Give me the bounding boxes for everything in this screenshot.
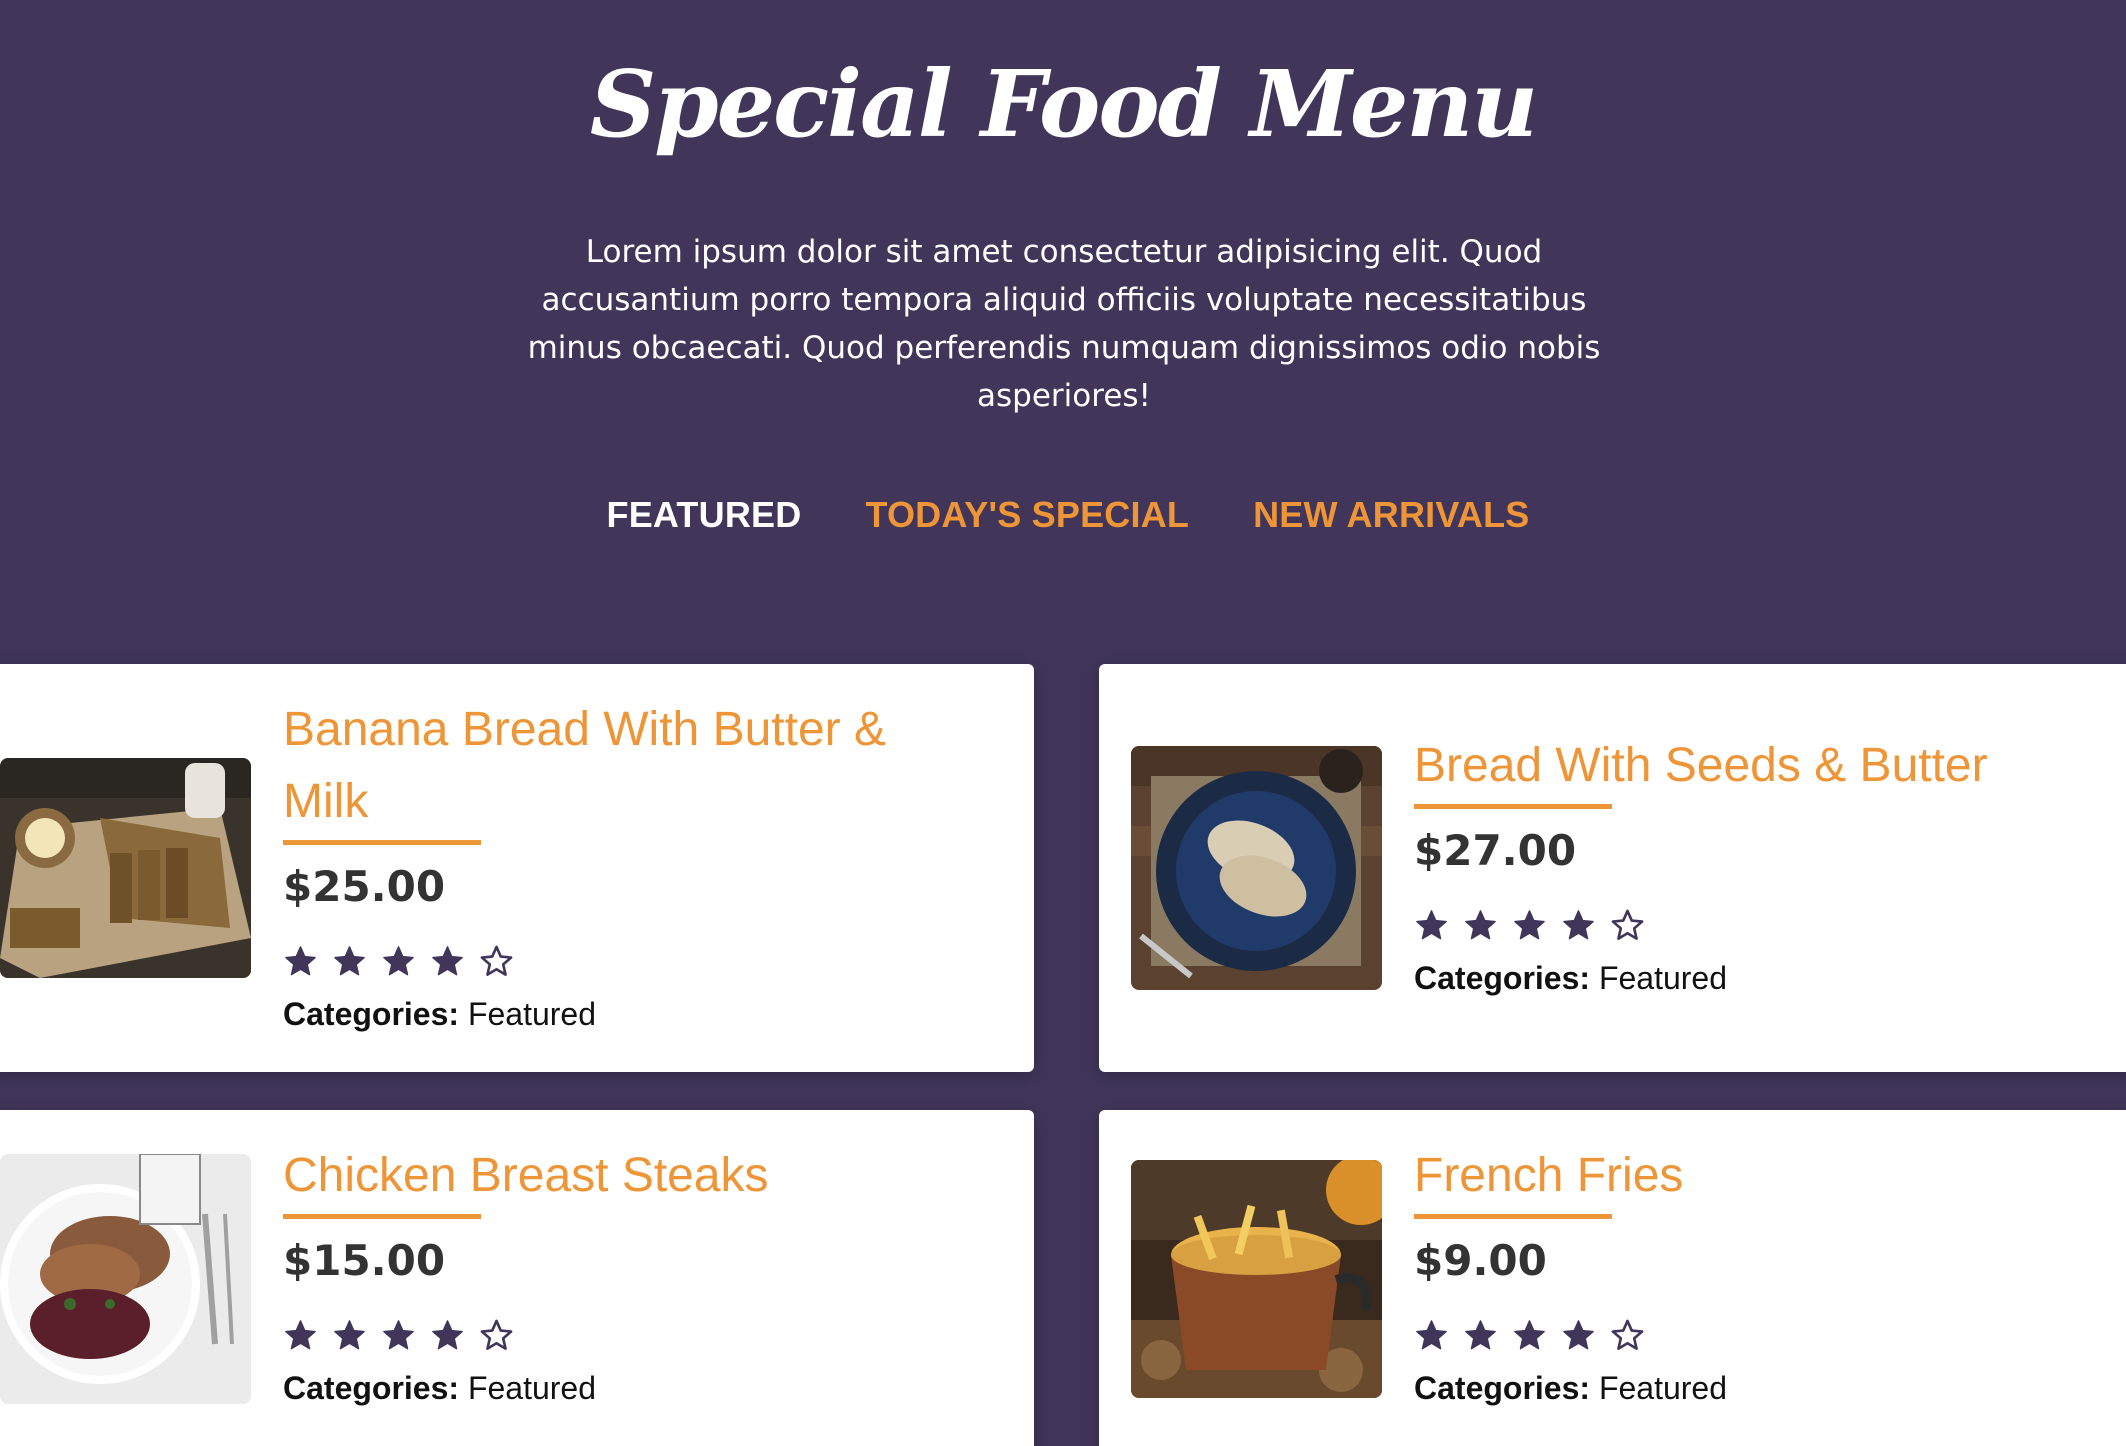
rating-stars	[283, 1318, 514, 1353]
star-filled-icon	[1465, 910, 1496, 940]
categories-label: Categories:	[283, 1370, 460, 1406]
star-empty-icon	[480, 945, 513, 976]
item-categories: Categories: Featured	[1414, 960, 1727, 997]
star-filled-icon	[1465, 1320, 1496, 1350]
item-price: $27.00	[1414, 826, 1577, 875]
item-title[interactable]: French Fries	[1414, 1140, 2104, 1212]
item-title[interactable]: Chicken Breast Steaks	[283, 1140, 973, 1212]
banana-bread-photo	[0, 758, 251, 978]
star-filled-icon	[1514, 910, 1545, 940]
menu-item-card[interactable]: Bread With Seeds & Butter $27.00 Categor…	[1099, 664, 2126, 1072]
chicken-steak-photo	[0, 1154, 251, 1404]
star-filled-icon	[1514, 1320, 1545, 1350]
menu-item-card[interactable]: Banana Bread With Butter & Milk $25.00 C…	[0, 664, 1034, 1072]
star-filled-icon	[285, 946, 316, 976]
menu-item-card[interactable]: French Fries $9.00 Categories: Featured	[1099, 1110, 2126, 1446]
menu-tabs: FEATURED TODAY'S SPECIAL NEW ARRIVALS	[0, 494, 2126, 536]
star-empty-icon	[480, 1319, 513, 1350]
rating-stars	[1414, 908, 1645, 943]
intro-text: Lorem ipsum dolor sit amet consectetur a…	[527, 234, 1601, 414]
categories-label: Categories:	[1414, 1370, 1591, 1406]
item-price: $25.00	[283, 862, 446, 911]
categories-label: Categories:	[283, 996, 460, 1032]
tab-featured[interactable]: FEATURED	[607, 494, 802, 536]
title-underline	[283, 1214, 481, 1219]
categories-value[interactable]: Featured	[1599, 960, 1727, 996]
menu-item-card[interactable]: Chicken Breast Steaks $15.00 Categories:…	[0, 1110, 1034, 1446]
item-categories: Categories: Featured	[1414, 1370, 1727, 1407]
title-underline	[283, 840, 481, 845]
title-underline	[1414, 804, 1612, 809]
tab-new-arrivals[interactable]: NEW ARRIVALS	[1253, 494, 1529, 536]
page-title: Special Food Menu	[589, 50, 1538, 158]
item-categories: Categories: Featured	[283, 996, 596, 1033]
rating-stars	[283, 944, 514, 979]
star-filled-icon	[1416, 1320, 1447, 1350]
star-empty-icon	[1611, 909, 1644, 940]
star-filled-icon	[1563, 1320, 1594, 1350]
item-title[interactable]: Banana Bread With Butter & Milk	[283, 694, 973, 838]
tab-todays-special[interactable]: TODAY'S SPECIAL	[865, 494, 1189, 536]
categories-label: Categories:	[1414, 960, 1591, 996]
rating-stars	[1414, 1318, 1645, 1353]
item-price: $15.00	[283, 1236, 446, 1285]
item-categories: Categories: Featured	[283, 1370, 596, 1407]
bread-plate-photo	[1131, 746, 1382, 990]
star-filled-icon	[1416, 910, 1447, 940]
item-title[interactable]: Bread With Seeds & Butter	[1414, 730, 2104, 802]
star-filled-icon	[432, 946, 463, 976]
star-filled-icon	[383, 1320, 414, 1350]
star-filled-icon	[285, 1320, 316, 1350]
star-filled-icon	[334, 946, 365, 976]
categories-value[interactable]: Featured	[468, 1370, 596, 1406]
star-empty-icon	[1611, 1319, 1644, 1350]
star-filled-icon	[1563, 910, 1594, 940]
categories-value[interactable]: Featured	[1599, 1370, 1727, 1406]
star-filled-icon	[432, 1320, 463, 1350]
item-price: $9.00	[1414, 1236, 1547, 1285]
categories-value[interactable]: Featured	[468, 996, 596, 1032]
star-filled-icon	[334, 1320, 365, 1350]
title-underline	[1414, 1214, 1612, 1219]
french-fries-photo	[1131, 1160, 1382, 1398]
star-filled-icon	[383, 946, 414, 976]
